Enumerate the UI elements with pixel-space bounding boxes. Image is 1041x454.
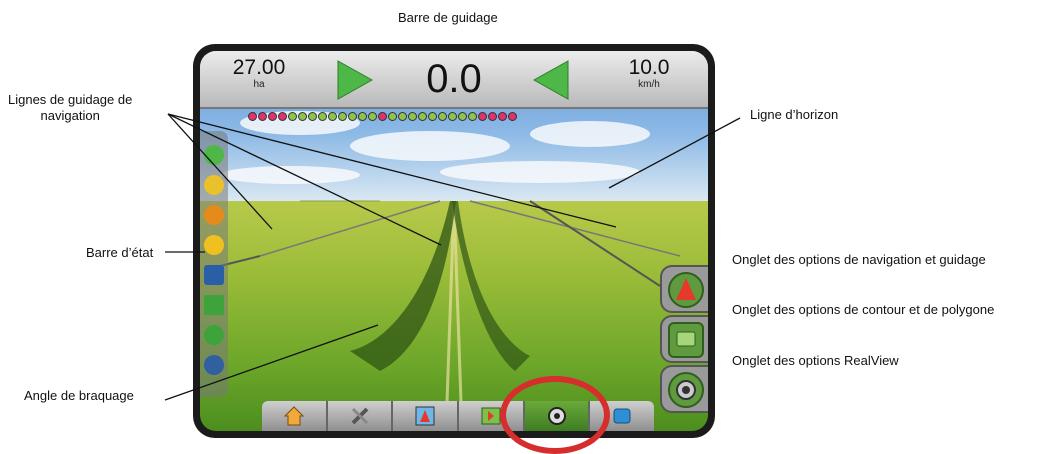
lightbar-led xyxy=(338,112,347,121)
tab-tools[interactable] xyxy=(328,401,394,431)
lightbar xyxy=(248,112,517,121)
vehicle-view-icon xyxy=(415,406,435,426)
steer-left-arrow-icon xyxy=(532,60,569,100)
speed-unit: km/h xyxy=(638,79,660,90)
lightbar-led xyxy=(388,112,397,121)
lightbar-led xyxy=(318,112,327,121)
lightbar-led xyxy=(348,112,357,121)
status-bar-label: Barre d’état xyxy=(86,245,154,260)
lightbar-led xyxy=(468,112,477,121)
tools-icon xyxy=(351,407,368,425)
lightbar-led xyxy=(308,112,317,121)
drop-icon[interactable] xyxy=(204,325,224,345)
lightbar-led xyxy=(398,112,407,121)
lightbar-led xyxy=(288,112,297,121)
area-readout[interactable]: 27.00 ha xyxy=(214,57,304,91)
nav-guidance-icon xyxy=(668,272,704,308)
radiation-icon[interactable] xyxy=(204,235,224,255)
realview-camera-icon xyxy=(668,372,704,408)
green-flag-icon[interactable] xyxy=(204,145,224,165)
tree-icon[interactable] xyxy=(204,295,224,315)
area-unit: ha xyxy=(253,79,265,90)
gnss-icon[interactable] xyxy=(204,205,224,225)
info-icon xyxy=(613,408,631,424)
lightbar-led xyxy=(478,112,487,121)
lightbar-led xyxy=(448,112,457,121)
tab-home[interactable] xyxy=(262,401,328,431)
machine-icon[interactable] xyxy=(204,355,224,375)
horizon-line-label: Ligne d’horizon xyxy=(750,107,839,122)
speed-value: 10.0 xyxy=(628,56,670,79)
lightbar-led xyxy=(248,112,257,121)
lightbar-led xyxy=(418,112,427,121)
steering-angle-label: Angle de braquage xyxy=(24,388,134,403)
lightbar-led xyxy=(458,112,467,121)
lightbar-led xyxy=(328,112,337,121)
tab-nav-guidance[interactable] xyxy=(660,265,708,313)
guidance-view: 27.00 ha 0.0 10.0 km/h xyxy=(200,51,708,431)
contour-polygon-icon xyxy=(668,322,704,358)
cross-track-value: 0.0 xyxy=(426,57,482,101)
boom-icon[interactable] xyxy=(204,175,224,195)
tab-contour-polygon[interactable] xyxy=(660,315,708,363)
lightbar-led xyxy=(488,112,497,121)
lightbar-led xyxy=(508,112,517,121)
lightbar-led xyxy=(258,112,267,121)
lightbar-led xyxy=(358,112,367,121)
area-value: 27.00 xyxy=(232,56,286,79)
guidance-bar-label: Barre de guidage xyxy=(398,10,498,25)
lightbar-led xyxy=(368,112,377,121)
tab-realview[interactable] xyxy=(660,365,708,413)
steer-right-arrow-icon xyxy=(337,60,374,100)
lightbar-led xyxy=(378,112,387,121)
lightbar-led xyxy=(408,112,417,121)
lightbar-led xyxy=(428,112,437,121)
lightbar-led xyxy=(268,112,277,121)
tab-vehicle-view[interactable] xyxy=(393,401,460,431)
nav-tab-label: Onglet des options de navigation et guid… xyxy=(732,252,986,267)
guidance-bar: 27.00 ha 0.0 10.0 km/h xyxy=(200,51,708,109)
contour-tab-label: Onglet des options de contour et de poly… xyxy=(732,302,995,317)
realview-tab-label: Onglet des options RealView xyxy=(732,353,899,368)
home-icon xyxy=(283,406,305,426)
device-screen: 27.00 ha 0.0 10.0 km/h xyxy=(193,44,715,438)
lightbar-led xyxy=(278,112,287,121)
lightbar-led xyxy=(438,112,447,121)
lightbar-led xyxy=(498,112,507,121)
nav-guidance-lines-label: Lignes de guidage de navigation xyxy=(8,92,133,123)
speed-readout[interactable]: 10.0 km/h xyxy=(604,57,694,91)
map-view-icon xyxy=(481,407,501,425)
lightbar-led xyxy=(298,112,307,121)
status-bar xyxy=(200,131,228,397)
highlight-ring xyxy=(500,376,610,454)
sensor-icon[interactable] xyxy=(204,265,224,285)
